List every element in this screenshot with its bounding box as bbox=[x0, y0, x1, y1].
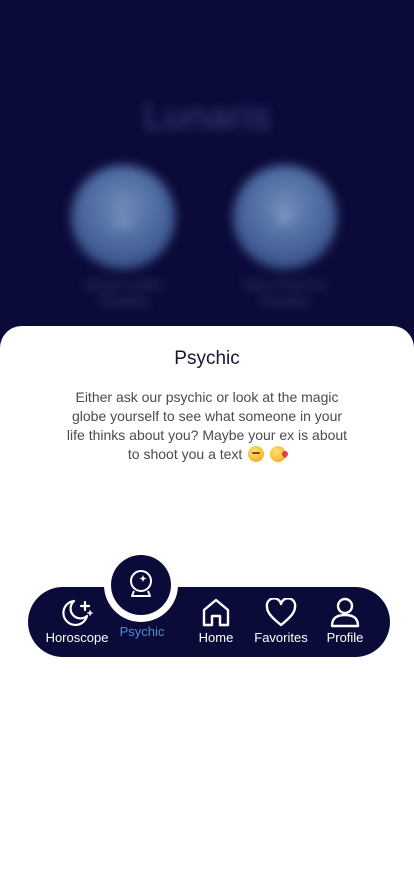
app-title: Lunaris bbox=[142, 96, 272, 138]
tab-horoscope[interactable]: Horoscope bbox=[44, 598, 110, 645]
user-icon bbox=[330, 597, 360, 628]
virtual-coffee-label: Virtual Coffee Reading bbox=[83, 277, 163, 308]
photo-reading-label: Take Photo for Reading bbox=[243, 277, 327, 308]
background-screen: Lunaris ☕ Virtual Coffee Reading ✕ Take … bbox=[0, 0, 414, 360]
psychic-fab-button[interactable] bbox=[111, 555, 171, 615]
heart-icon bbox=[265, 598, 297, 627]
tab-home[interactable]: Home bbox=[192, 596, 240, 645]
camera-icon: ✕ bbox=[233, 165, 337, 269]
home-icon bbox=[202, 598, 230, 627]
tab-horoscope-label: Horoscope bbox=[45, 630, 109, 645]
sheet-description: Either ask our psychic or look at the ma… bbox=[66, 388, 348, 464]
tab-psychic[interactable]: Psychic bbox=[114, 622, 170, 639]
kiss-emoji-icon bbox=[270, 446, 287, 462]
tab-favorites-label: Favorites bbox=[254, 630, 308, 645]
tab-profile-label: Profile bbox=[326, 630, 364, 645]
tab-home-label: Home bbox=[198, 630, 234, 645]
photo-reading-card: ✕ Take Photo for Reading bbox=[230, 165, 340, 309]
wink-emoji-icon bbox=[248, 446, 265, 462]
background-blur: Lunaris ☕ Virtual Coffee Reading ✕ Take … bbox=[0, 0, 414, 360]
tab-favorites[interactable]: Favorites bbox=[252, 598, 310, 645]
coffee-cup-icon: ☕ bbox=[71, 165, 175, 269]
moon-stars-icon bbox=[62, 599, 93, 626]
tab-profile[interactable]: Profile bbox=[322, 596, 368, 645]
crystal-ball-icon bbox=[130, 570, 152, 597]
virtual-coffee-card: ☕ Virtual Coffee Reading bbox=[68, 165, 178, 309]
sheet-title: Psychic bbox=[174, 348, 240, 369]
tab-psychic-label: Psychic bbox=[119, 624, 165, 639]
sheet-description-text: Either ask our psychic or look at the ma… bbox=[66, 389, 348, 462]
